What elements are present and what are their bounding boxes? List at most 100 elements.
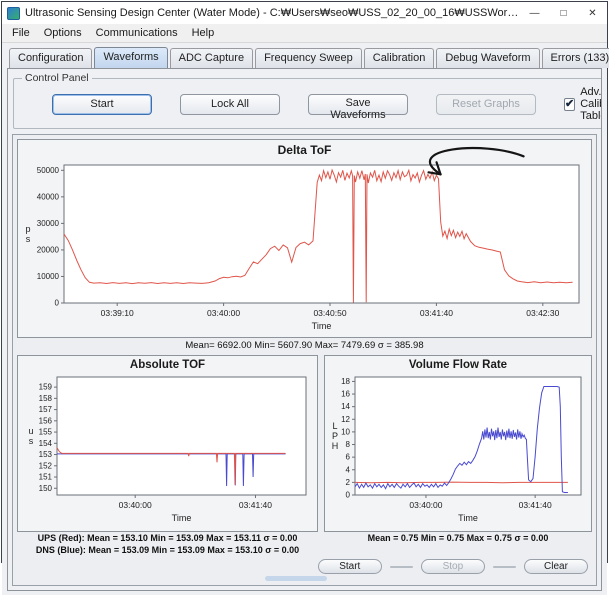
delta-tof-chart-canvas[interactable]: 0 10000 20000 30000 40000 50000 03:39:10 03:40:… bbox=[18, 146, 593, 337]
tab-configuration[interactable]: Configuration bbox=[9, 48, 93, 68]
tab-label: Configuration bbox=[18, 52, 84, 64]
menu-bar: File Options Communications Help bbox=[2, 24, 607, 43]
control-panel-group: Control Panel Start Lock All Save Wavefo… bbox=[13, 72, 602, 129]
svg-text:s: s bbox=[29, 436, 34, 446]
svg-text:03:40:00: 03:40:00 bbox=[119, 500, 152, 510]
title-bar[interactable]: Ultrasonic Sensing Design Center (Water … bbox=[2, 2, 607, 24]
absolute-tof-chart-panel: Absolute TOF 150 151 152 153 154 155 156 157 158… bbox=[17, 355, 318, 532]
footer-stop-button[interactable]: Stop bbox=[420, 559, 485, 574]
svg-text:P: P bbox=[332, 431, 338, 441]
svg-text:159: 159 bbox=[39, 383, 53, 392]
volume-flow-chart-panel: Volume Flow Rate 0 2 4 6 8 10 12 14 16 18 03:40:00… bbox=[324, 355, 592, 532]
dns-stats: DNS (Blue): Mean = 153.09 Min = 153.09 M… bbox=[35, 545, 300, 555]
tab-label: Calibration bbox=[372, 52, 426, 64]
volume-flow-chart-canvas[interactable]: 0 2 4 6 8 10 12 14 16 18 03:40:00 03:41:40 Time LPH bbox=[325, 371, 591, 531]
svg-text:10: 10 bbox=[341, 427, 350, 436]
svg-text:2: 2 bbox=[346, 478, 351, 487]
maximize-button[interactable]: □ bbox=[549, 2, 578, 24]
control-panel-row: Start Lock All Save Waveforms Reset Grap… bbox=[22, 85, 602, 122]
absolute-tof-chart-canvas[interactable]: 150 151 152 153 154 155 156 157 158 159 03:40:00 03… bbox=[21, 371, 314, 531]
svg-text:Time: Time bbox=[312, 321, 332, 331]
charts-area: Delta ToF 0 10000 20000 30000 40000 50000 03:3… bbox=[12, 134, 597, 586]
footer-separator bbox=[389, 565, 413, 568]
svg-text:12: 12 bbox=[341, 415, 350, 424]
svg-text:03:40:00: 03:40:00 bbox=[207, 308, 240, 318]
menu-item-file[interactable]: File bbox=[5, 25, 37, 41]
window-controls: — □ ✕ bbox=[520, 2, 607, 24]
svg-text:14: 14 bbox=[341, 402, 350, 411]
svg-text:p: p bbox=[25, 224, 30, 234]
svg-text:151: 151 bbox=[39, 473, 53, 482]
svg-text:Time: Time bbox=[172, 513, 192, 523]
svg-text:03:40:50: 03:40:50 bbox=[313, 308, 346, 318]
svg-text:30000: 30000 bbox=[37, 219, 60, 228]
svg-text:20000: 20000 bbox=[37, 245, 60, 254]
svg-text:H: H bbox=[332, 441, 339, 451]
svg-text:Time: Time bbox=[458, 513, 478, 523]
svg-text:8: 8 bbox=[346, 440, 351, 449]
footer-button-row: Start Stop Clear bbox=[317, 559, 588, 574]
svg-text:157: 157 bbox=[39, 405, 53, 414]
svg-text:03:42:30: 03:42:30 bbox=[526, 308, 559, 318]
tab-frequency-sweep[interactable]: Frequency Sweep bbox=[255, 48, 362, 68]
tab-label: Frequency Sweep bbox=[264, 52, 353, 64]
volume-flow-block: Volume Flow Rate 0 2 4 6 8 10 12 14 16 18 03:40:00… bbox=[324, 355, 592, 556]
absolute-tof-chart-title: Absolute TOF bbox=[129, 359, 206, 371]
tab-calibration[interactable]: Calibration bbox=[363, 48, 435, 68]
svg-text:03:39:10: 03:39:10 bbox=[101, 308, 134, 318]
tab-debug-waveform[interactable]: Debug Waveform bbox=[436, 48, 540, 68]
menu-item-options[interactable]: Options bbox=[37, 25, 89, 41]
tab-waveforms[interactable]: Waveforms bbox=[94, 47, 168, 68]
app-window: Ultrasonic Sensing Design Center (Water … bbox=[1, 1, 609, 595]
save-waveforms-button[interactable]: Save Waveforms bbox=[308, 93, 408, 121]
svg-text:03:41:40: 03:41:40 bbox=[239, 500, 272, 510]
svg-text:152: 152 bbox=[39, 461, 53, 470]
reset-graphs-button[interactable]: Reset Graphs bbox=[436, 93, 536, 115]
svg-text:0: 0 bbox=[346, 491, 351, 500]
checkbox-check-icon[interactable]: ✔ bbox=[564, 97, 576, 111]
start-button[interactable]: Start bbox=[52, 93, 152, 115]
svg-text:40000: 40000 bbox=[37, 192, 60, 201]
tab-label: ADC Capture bbox=[178, 52, 245, 64]
svg-text:u: u bbox=[28, 426, 33, 436]
svg-text:03:40:00: 03:40:00 bbox=[409, 500, 442, 510]
svg-text:16: 16 bbox=[341, 390, 350, 399]
absolute-tof-block: Absolute TOF 150 151 152 153 154 155 156 157 158… bbox=[17, 355, 318, 556]
checkbox-label: Adv. Calibration Table bbox=[580, 86, 602, 122]
lock-all-button[interactable]: Lock All bbox=[180, 93, 280, 115]
menu-item-communications[interactable]: Communications bbox=[89, 25, 185, 41]
svg-text:154: 154 bbox=[39, 439, 53, 448]
tab-label: Debug Waveform bbox=[445, 52, 531, 64]
svg-text:10000: 10000 bbox=[37, 272, 60, 281]
svg-text:0: 0 bbox=[55, 299, 60, 308]
svg-text:158: 158 bbox=[39, 394, 53, 403]
menu-item-help[interactable]: Help bbox=[185, 25, 222, 41]
svg-text:4: 4 bbox=[346, 465, 351, 474]
footer-start-button[interactable]: Start bbox=[317, 559, 382, 574]
minimize-button[interactable]: — bbox=[520, 2, 549, 24]
footer-separator bbox=[492, 565, 516, 568]
svg-text:03:41:40: 03:41:40 bbox=[519, 500, 552, 510]
svg-text:18: 18 bbox=[341, 377, 350, 386]
tab-label: Errors (133) bbox=[550, 52, 609, 64]
close-button[interactable]: ✕ bbox=[578, 2, 607, 24]
tab-label: Waveforms bbox=[103, 51, 159, 63]
delta-tof-chart-title: Delta ToF bbox=[277, 143, 332, 157]
waveforms-tab-panel: Control Panel Start Lock All Save Wavefo… bbox=[7, 68, 602, 591]
svg-text:6: 6 bbox=[346, 453, 351, 462]
ups-stats: UPS (Red): Mean = 153.10 Min = 153.09 Ma… bbox=[37, 533, 298, 543]
svg-text:156: 156 bbox=[39, 416, 53, 425]
bottom-scroll-thumb[interactable] bbox=[265, 576, 327, 581]
tab-adc-capture[interactable]: ADC Capture bbox=[169, 48, 254, 68]
delta-tof-stats: Mean= 6692.00 Min= 5607.90 Max= 7479.69 … bbox=[185, 340, 424, 351]
svg-text:150: 150 bbox=[39, 484, 53, 493]
delta-tof-chart-panel: Delta ToF 0 10000 20000 30000 40000 50000 03:3… bbox=[17, 139, 592, 338]
tab-errors[interactable]: Errors (133) ✕ bbox=[541, 48, 609, 68]
window-title: Ultrasonic Sensing Design Center (Water … bbox=[25, 7, 520, 19]
svg-text:50000: 50000 bbox=[37, 166, 60, 175]
adv-calibration-checkbox[interactable]: ✔ Adv. Calibration Table bbox=[564, 86, 602, 122]
control-panel-title: Control Panel bbox=[25, 72, 89, 84]
volume-flow-chart-title: Volume Flow Rate bbox=[408, 359, 508, 371]
footer-clear-button[interactable]: Clear bbox=[524, 559, 588, 574]
tab-strip: Configuration Waveforms ADC Capture Freq… bbox=[9, 46, 609, 68]
